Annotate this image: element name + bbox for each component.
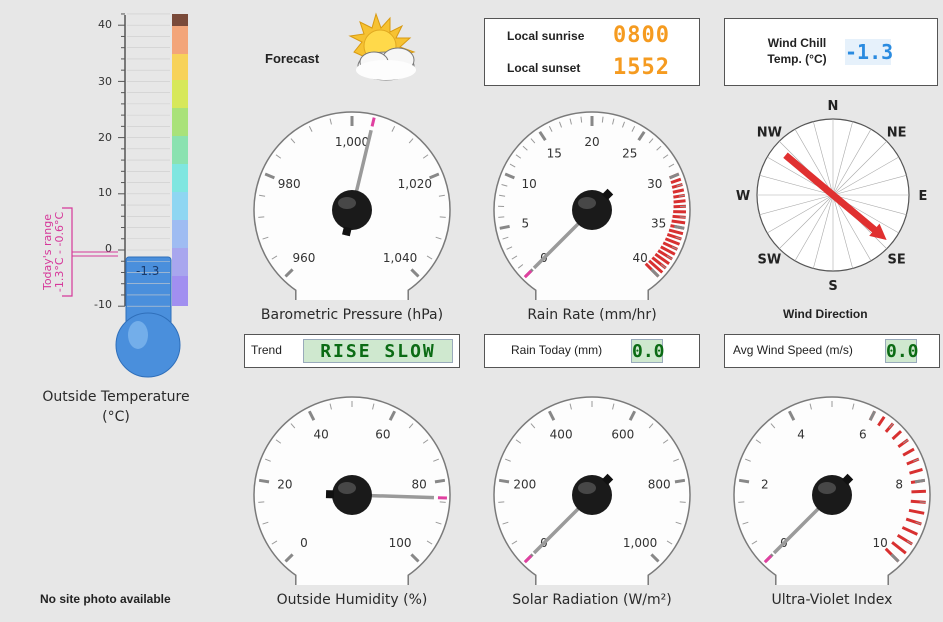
wind-chill-title: Wind Chill [767, 36, 827, 50]
tick-label: 40 [632, 251, 647, 265]
tick-label: 200 [513, 477, 536, 491]
outside-humidity-title: Outside Humidity (%) [276, 592, 428, 608]
forecast-label: Forecast [265, 51, 320, 66]
outside-temperature-label: Outside Temperature (°C) [30, 387, 202, 427]
thermometer-ticks [118, 13, 170, 307]
tick-label: 1,040 [383, 251, 417, 265]
wind-direction-title: Wind Direction [783, 307, 868, 321]
sunset-label: Local sunset [507, 61, 581, 75]
tick-label: 100 [389, 536, 412, 550]
tick-label: 400 [550, 427, 573, 441]
wind-chill-unit: Temp. (°C) [767, 52, 827, 66]
tick-label: 20 [277, 477, 292, 491]
tick-label: 6 [859, 427, 867, 441]
tick-label: 30 [647, 177, 662, 191]
tick-label: 800 [648, 477, 671, 491]
tick-label: 4 [797, 427, 805, 441]
outside-humidity-gauge: 0 20 40 60 80 100 [253, 396, 451, 585]
wind-chill-value: -1.3 [845, 39, 894, 65]
rain-today-panel: Rain Today (mm) 0.0 [484, 334, 700, 368]
major-tick [674, 478, 686, 484]
minor-tick [580, 116, 583, 123]
avg-wind-speed-panel: Avg Wind Speed (m/s) 0.0 [724, 334, 940, 368]
tick-label: 1,000 [623, 536, 657, 550]
tick-label: 60 [375, 427, 390, 441]
solar-radiation-title: Solar Radiation (W/m²) [512, 592, 672, 608]
sunrise-label: Local sunrise [507, 29, 585, 43]
sunrise-value: 0800 [613, 23, 670, 48]
barometric-pressure-title: Barometric Pressure (hPa) [260, 307, 444, 323]
compass-label-sw: SW [758, 253, 782, 268]
no-site-photo-text: No site photo available [40, 592, 171, 606]
major-tick [914, 478, 926, 484]
tick-label: 1,020 [398, 177, 432, 191]
major-tick [258, 478, 270, 484]
outside-temperature-unit: (°C) [102, 409, 130, 425]
tick-label: 980 [278, 177, 301, 191]
wind-direction-compass: N NE E SE S SW W NW [736, 99, 928, 294]
tick-label: 0 [300, 536, 308, 550]
todays-range-values: -1.3°C - -0.6°C [53, 211, 66, 293]
avg-wind-speed-value: 0.0 [885, 339, 919, 363]
minor-tick [601, 116, 604, 123]
sunset-value: 1552 [613, 55, 670, 80]
wind-chill-panel: Wind Chill Temp. (°C) -1.3 [724, 18, 938, 86]
rain-today-value: 0.0 [631, 339, 665, 363]
major-tick [674, 224, 685, 230]
tick-label: 5 [521, 216, 529, 230]
major-tick [498, 478, 510, 484]
compass-label-n: N [828, 99, 839, 114]
avg-wind-speed-label: Avg Wind Speed (m/s) [733, 343, 853, 357]
rain-rate-gauge: 0510152025303540 [493, 111, 691, 300]
tick-label: 10 [872, 536, 887, 550]
trend-label: Trend [251, 343, 282, 357]
tick-label: 960 [292, 251, 315, 265]
uv-index-title: Ultra-Violet Index [771, 592, 893, 608]
rain-today-label: Rain Today (mm) [511, 343, 603, 357]
partly-cloudy-sun-icon [348, 12, 416, 81]
outside-temperature-title: Outside Temperature [42, 389, 190, 405]
compass-label-s: S [828, 279, 837, 294]
tick-label: 15 [547, 146, 562, 160]
sun-times-panel: Local sunrise 0800 Local sunset 1552 [484, 18, 700, 86]
tick-label: 25 [622, 146, 637, 160]
compass-label-ne: NE [887, 125, 907, 140]
gauge-hub [332, 475, 372, 515]
thermometer-current-value: -1.3 [136, 264, 160, 278]
major-tick [499, 224, 510, 230]
tick-label: 2 [761, 477, 769, 491]
tick-label: 600 [611, 427, 634, 441]
trend-value: RISE SLOW [303, 339, 453, 363]
compass-label-e: E [919, 189, 928, 204]
tick-label: 40 [313, 427, 328, 441]
tick-label: 20 [584, 135, 599, 149]
major-tick [738, 478, 750, 484]
tick-label: 1,000 [335, 135, 369, 149]
value-marker [370, 117, 376, 127]
trend-panel: Trend RISE SLOW [244, 334, 460, 368]
thermometer-bulb [115, 312, 181, 378]
rain-rate-title: Rain Rate (mm/hr) [527, 307, 657, 323]
tick-label: 80 [412, 477, 427, 491]
wind-chill-label: Wind Chill Temp. (°C) [753, 35, 841, 67]
tick-label: 35 [651, 216, 666, 230]
red-zone-tick [673, 199, 686, 204]
todays-range-label: Today's range -1.3°C - -0.6°C [41, 202, 66, 302]
compass-label-w: W [736, 189, 750, 204]
solar-radiation-gauge: 02004006008001,000 [493, 396, 691, 585]
barometric-pressure-gauge: 960 980 1,000 1,020 1,040 [253, 111, 451, 300]
red-zone-tick [911, 489, 926, 494]
major-tick [434, 478, 446, 484]
tick-label: 8 [895, 477, 903, 491]
compass-label-nw: NW [757, 125, 782, 140]
red-zone-tick [671, 219, 686, 225]
tick-label: 10 [522, 177, 537, 191]
uv-index-gauge: 0246810 [733, 396, 931, 585]
compass-label-se: SE [888, 253, 906, 268]
gauge-hub [332, 190, 372, 230]
